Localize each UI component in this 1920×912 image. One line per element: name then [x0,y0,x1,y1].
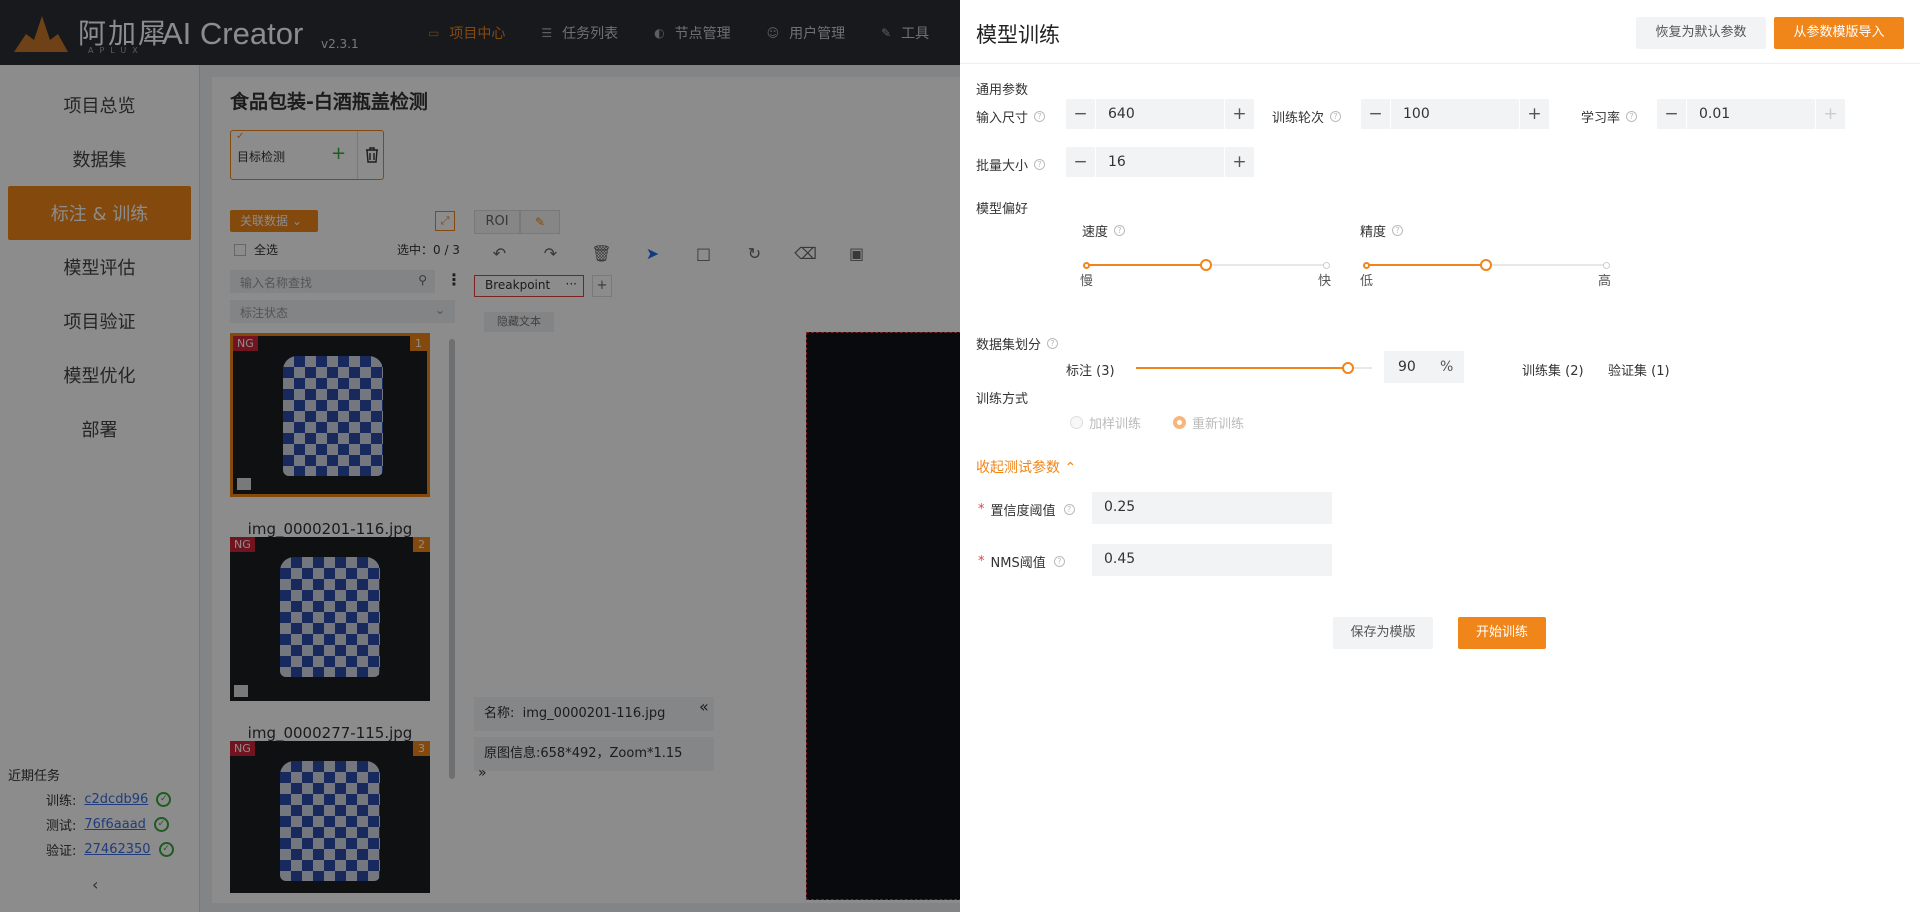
dataset-split-title: 数据集划分? [976,334,1059,353]
model-preference-title: 模型偏好 [976,202,1029,217]
slider-start-dot [1083,262,1090,269]
confidence-input[interactable]: 0.25 [1092,492,1332,524]
help-icon[interactable]: ? [1047,338,1059,349]
slider-end-dot [1603,262,1610,269]
radio-retrain[interactable]: 重新训练 [1173,413,1244,432]
collapse-test-params[interactable]: 收起测试参数 ⌃ [976,457,1076,477]
help-icon[interactable]: ? [1034,159,1046,170]
slider-start-dot [1363,262,1370,269]
import-template-button[interactable]: 从参数模版导入 [1774,17,1904,49]
labeled-count: 标注 (3) [1066,364,1115,379]
learning-rate-label: 学习率? [1581,107,1638,126]
stepper-value[interactable]: 16 [1096,154,1126,170]
plus-icon[interactable]: + [1815,99,1845,129]
split-slider[interactable] [1136,357,1372,379]
speed-max-label: 快 [1318,274,1332,289]
label-text: 批量大小 [976,159,1029,174]
help-icon[interactable]: ? [1034,111,1046,122]
help-icon[interactable]: ? [1330,111,1342,122]
label-text: 精度 [1360,225,1387,240]
minus-icon[interactable]: − [1361,99,1391,129]
speed-min-label: 慢 [1080,274,1094,289]
drawer-header: 模型训练 恢复为默认参数 从参数模版导入 [960,0,1920,64]
slider-knob[interactable] [1480,259,1492,271]
label-text: 输入尺寸 [976,111,1029,126]
batch-size-label: 批量大小? [976,155,1046,174]
collapse-label: 收起测试参数 [976,460,1060,476]
speed-slider[interactable] [1083,254,1330,276]
label-text: 训练轮次 [1272,111,1325,126]
epochs-stepper[interactable]: −100 + [1361,99,1549,129]
help-icon[interactable]: ? [1063,504,1075,515]
speed-label: 速度? [1082,221,1126,240]
start-training-button[interactable]: 开始训练 [1458,617,1546,649]
batch-size-stepper[interactable]: −16 + [1066,147,1254,177]
minus-icon[interactable]: − [1066,99,1096,129]
percent-unit: % [1440,359,1454,375]
drawer-title: 模型训练 [976,23,1060,47]
slider-fill [1086,264,1206,266]
radio-label: 重新训练 [1192,417,1245,432]
training-drawer: 模型训练 恢复为默认参数 从参数模版导入 通用参数 输入尺寸? −640 + 训练… [960,0,1920,912]
save-template-button[interactable]: 保存为模版 [1333,617,1433,649]
reset-defaults-button[interactable]: 恢复为默认参数 [1636,17,1766,49]
general-params-title: 通用参数 [976,83,1029,98]
chevron-up-icon: ⌃ [1064,460,1077,476]
stepper-value[interactable]: 640 [1096,106,1135,122]
label-text: 置信度阈值 [990,504,1056,519]
slider-knob[interactable] [1342,362,1354,374]
help-icon[interactable]: ? [1114,225,1126,236]
minus-icon[interactable]: − [1657,99,1687,129]
label-text: 速度 [1082,225,1109,240]
required-mark: * [978,554,985,569]
app: 阿加犀 APLUX AI Creator v2.3.1 ▭ 项目中心 ☰ 任务列表 … [0,0,1920,912]
nms-input[interactable]: 0.45 [1092,544,1332,576]
plus-icon[interactable]: + [1224,99,1254,129]
percent-value[interactable]: 90 [1398,351,1416,383]
required-mark: * [978,502,985,517]
radio-incremental[interactable]: 加样训练 [1070,413,1141,432]
plus-icon[interactable]: + [1224,147,1254,177]
label-text: NMS阈值 [990,556,1046,571]
accuracy-max-label: 高 [1598,274,1612,289]
radio-label: 加样训练 [1089,417,1142,432]
accuracy-label: 精度? [1360,221,1404,240]
confidence-label: * 置信度阈值 ? [978,500,1075,519]
plus-icon[interactable]: + [1519,99,1549,129]
slider-fill [1366,264,1486,266]
accuracy-min-label: 低 [1360,274,1374,289]
help-icon[interactable]: ? [1626,111,1638,122]
input-size-label: 输入尺寸? [976,107,1046,126]
radio-circle[interactable] [1070,416,1083,429]
slider-fill [1136,367,1348,369]
help-icon[interactable]: ? [1392,225,1404,236]
slider-knob[interactable] [1200,259,1212,271]
training-mode-title: 训练方式 [976,392,1029,407]
learning-rate-stepper[interactable]: −0.01 + [1657,99,1845,129]
epochs-label: 训练轮次? [1272,107,1342,126]
label-text: 学习率 [1581,111,1621,126]
modal-overlay[interactable] [0,0,960,912]
stepper-value[interactable]: 0.01 [1687,106,1730,122]
val-set-count: 验证集 (1) [1608,364,1670,379]
stepper-value[interactable]: 100 [1391,106,1430,122]
help-icon[interactable]: ? [1053,556,1065,567]
radio-circle[interactable] [1173,416,1186,429]
split-percent-input[interactable]: 90% [1384,351,1464,383]
minus-icon[interactable]: − [1066,147,1096,177]
label-text: 数据集划分 [976,338,1042,353]
input-size-stepper[interactable]: −640 + [1066,99,1254,129]
slider-end-dot [1323,262,1330,269]
nms-label: * NMS阈值 ? [978,552,1065,571]
train-set-count: 训练集 (2) [1522,364,1584,379]
accuracy-slider[interactable] [1363,254,1610,276]
